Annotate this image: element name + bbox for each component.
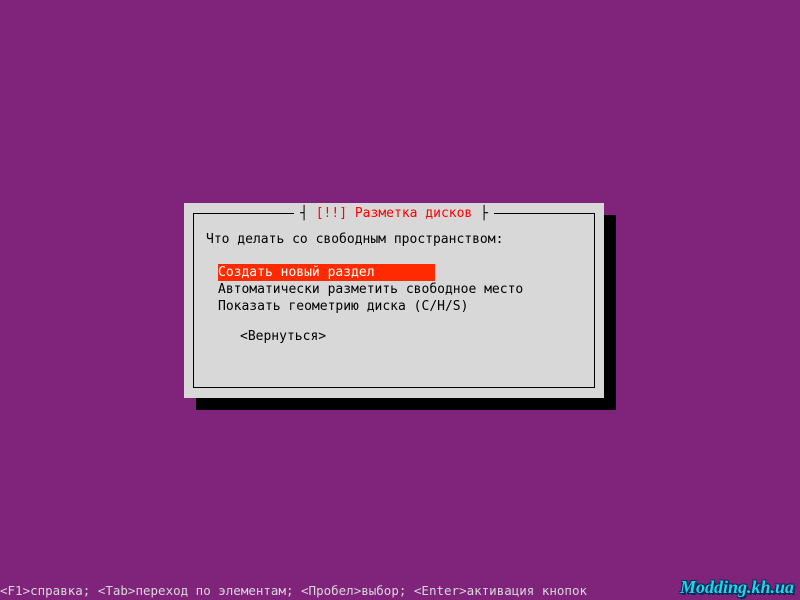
title-brace-left: ┤ bbox=[300, 206, 308, 221]
option-create-new-partition[interactable]: Создать новый раздел bbox=[218, 264, 435, 281]
option-auto-partition[interactable]: Автоматически разметить свободное место bbox=[218, 281, 582, 298]
options-list: Создать новый раздел Автоматически разме… bbox=[218, 264, 582, 315]
key-hints: <F1>справка; <Tab>переход по элементам; … bbox=[0, 583, 587, 598]
installer-screen: ┤ [!!] Разметка дисков ├ Что делать со с… bbox=[0, 0, 800, 600]
dialog-question: Что делать со свободным пространством: bbox=[206, 232, 503, 247]
title-text: Разметка дисков bbox=[355, 206, 472, 221]
dialog-title-row: ┤ [!!] Разметка дисков ├ bbox=[194, 206, 594, 222]
back-button[interactable]: <Вернуться> bbox=[240, 329, 326, 344]
title-brace-right: ├ bbox=[472, 206, 488, 221]
partition-dialog: ┤ [!!] Разметка дисков ├ Что делать со с… bbox=[184, 203, 604, 398]
watermark: Modding.kh.ua bbox=[680, 577, 794, 598]
option-show-geometry[interactable]: Показать геометрию диска (C/H/S) bbox=[218, 298, 582, 315]
dialog-title: ┤ [!!] Разметка дисков ├ bbox=[294, 206, 494, 222]
title-warning-mark: [!!] bbox=[308, 206, 355, 221]
dialog-frame: ┤ [!!] Разметка дисков ├ Что делать со с… bbox=[193, 213, 595, 388]
